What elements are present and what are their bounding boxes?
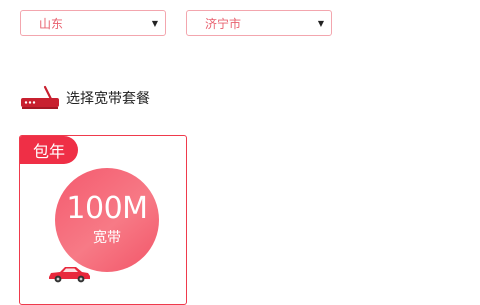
city-select[interactable]: 济宁市 ▼ — [186, 10, 332, 36]
car-icon — [49, 267, 90, 283]
plan-speed: 100M — [66, 191, 148, 226]
plan-type: 宽带 — [93, 230, 121, 246]
plan-circle: 100M 宽带 — [55, 168, 159, 272]
chevron-down-icon: ▼ — [317, 18, 324, 28]
section-title: 选择宽带套餐 — [20, 84, 150, 112]
plan-card[interactable]: 包年 100M 宽带 — [19, 135, 187, 305]
province-select[interactable]: 山东 ▼ — [20, 10, 166, 36]
section-title-text: 选择宽带套餐 — [66, 91, 150, 107]
city-select-value: 济宁市 — [205, 16, 242, 31]
chevron-down-icon: ▼ — [151, 18, 158, 28]
plan-badge: 包年 — [20, 136, 78, 164]
province-select-value: 山东 — [39, 16, 64, 31]
router-icon — [21, 85, 59, 109]
